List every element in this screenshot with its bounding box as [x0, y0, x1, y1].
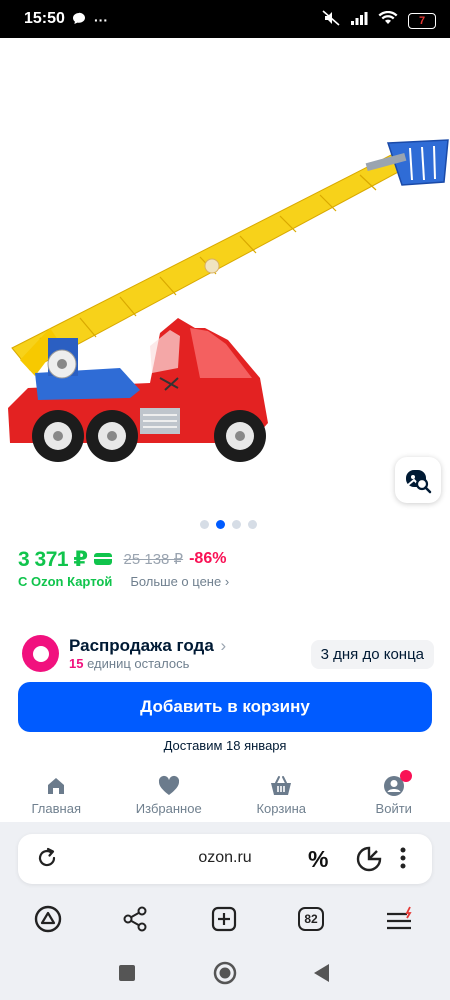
- sale-logo-icon: [22, 635, 59, 672]
- chevron-right-icon: ›: [224, 574, 230, 589]
- alice-icon[interactable]: [33, 904, 63, 934]
- chat-notification-icon: [72, 12, 86, 28]
- status-time: 15:50: [24, 10, 65, 27]
- nav-item-login[interactable]: Войти: [338, 770, 450, 822]
- price-info-row: С Ozon Картой Больше о цене ›: [18, 574, 229, 589]
- pagination-dot[interactable]: [248, 520, 257, 529]
- pagination-dot[interactable]: [232, 520, 241, 529]
- home-icon: [45, 774, 67, 798]
- address-bar[interactable]: ozon.ru %: [18, 834, 432, 884]
- more-notifications-icon: ···: [94, 12, 108, 28]
- turret: [35, 338, 140, 400]
- price-row: 3 371 ₽ 25 138 ₽ -86%: [18, 546, 226, 572]
- more-menu-icon[interactable]: [399, 846, 407, 875]
- visual-search-icon: [406, 470, 432, 494]
- notification-dot: [399, 770, 412, 782]
- sale-units-left: 15 единиц осталось: [69, 656, 190, 671]
- wifi-icon: [378, 10, 398, 30]
- system-navigation: [0, 950, 450, 1000]
- signal-icon: [350, 11, 368, 30]
- chevron-right-icon: ›: [215, 636, 227, 655]
- home-button-icon[interactable]: [213, 961, 237, 990]
- product-image: [8, 139, 449, 462]
- heart-icon: [157, 774, 181, 798]
- discount-percent-icon[interactable]: %: [308, 846, 328, 873]
- new-tab-icon[interactable]: [209, 904, 239, 934]
- nav-item-home[interactable]: Главная: [0, 770, 113, 822]
- tabs-count: 82: [298, 907, 324, 931]
- back-button-icon[interactable]: [312, 963, 330, 988]
- nav-item-cart[interactable]: Корзина: [225, 770, 338, 822]
- product-gallery[interactable]: [0, 38, 450, 538]
- battery-indicator: 7: [408, 12, 436, 29]
- sale-banner[interactable]: Распродажа года › 15 единиц осталось 3 д…: [18, 632, 434, 676]
- delivery-date: Доставим 18 января: [163, 738, 287, 753]
- pagination-dot-active[interactable]: [216, 520, 225, 529]
- more-about-price-link[interactable]: Больше о цене ›: [130, 574, 229, 589]
- browser-toolbar: ozon.ru % 82: [0, 822, 450, 950]
- price-current: 3 371 ₽: [18, 547, 88, 571]
- bottom-nav: Главная Избранное Корзина Войти: [0, 770, 450, 822]
- sale-title[interactable]: Распродажа года ›: [69, 636, 226, 656]
- share-icon[interactable]: [120, 904, 150, 934]
- visual-search-button[interactable]: [395, 457, 441, 503]
- ozon-card-label: С Ozon Картой: [18, 574, 113, 589]
- nav-item-favorites[interactable]: Избранное: [113, 770, 226, 822]
- price-old: 25 138 ₽: [123, 551, 184, 568]
- hamburger-menu-icon[interactable]: [385, 904, 415, 934]
- recent-apps-icon[interactable]: [118, 964, 136, 987]
- pagination-dot[interactable]: [200, 520, 209, 529]
- days-left-badge: 3 дня до конца: [310, 640, 434, 669]
- add-to-cart-button[interactable]: Добавить в корзину: [18, 682, 432, 732]
- discount-badge: -86%: [189, 550, 227, 567]
- status-bar: 15:50 ··· 7: [0, 0, 450, 38]
- cart-icon: [269, 774, 293, 798]
- tabs-counter[interactable]: 82: [296, 904, 326, 934]
- gallery-pagination: [200, 520, 257, 529]
- browser-tools: 82: [0, 898, 450, 942]
- pacman-icon[interactable]: [356, 846, 382, 877]
- mute-icon: [322, 10, 340, 31]
- ozon-card-icon: [93, 553, 112, 565]
